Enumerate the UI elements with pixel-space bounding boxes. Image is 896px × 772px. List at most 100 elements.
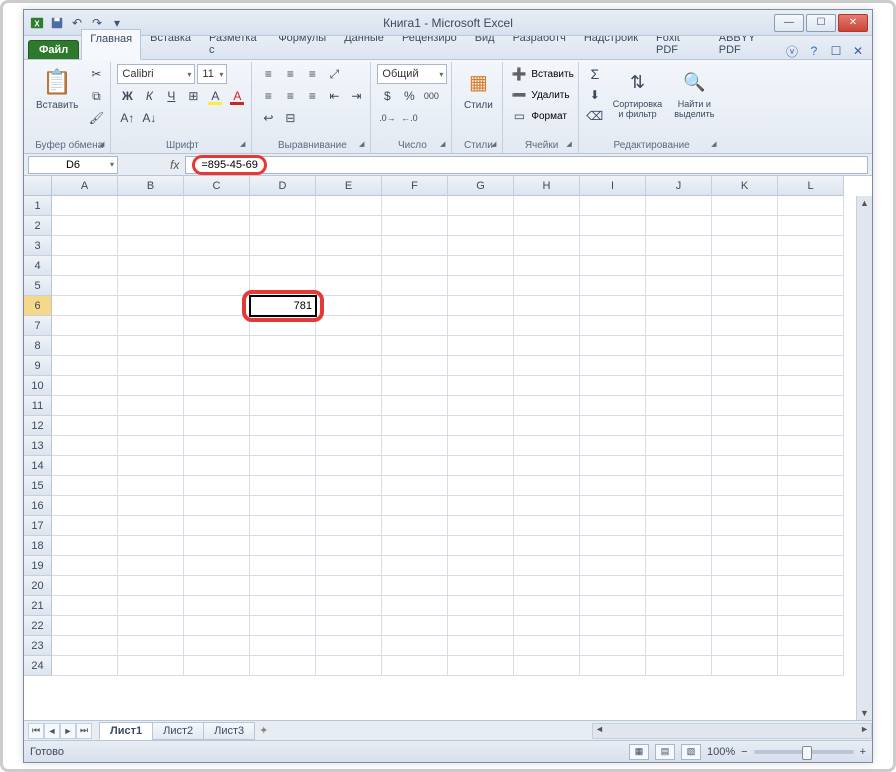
format-cells-button[interactable]: ▭Формат [509, 106, 573, 126]
cell[interactable] [646, 296, 712, 316]
cell[interactable] [514, 456, 580, 476]
cell[interactable] [316, 296, 382, 316]
page-break-view-icon[interactable]: ▧ [681, 744, 701, 760]
cell[interactable] [52, 376, 118, 396]
cell[interactable] [580, 236, 646, 256]
cell[interactable] [514, 436, 580, 456]
cell[interactable] [448, 276, 514, 296]
cell[interactable] [514, 336, 580, 356]
cell[interactable] [712, 656, 778, 676]
sheet-tab[interactable]: Лист3 [203, 722, 255, 740]
cell[interactable] [382, 516, 448, 536]
fill-color-button[interactable]: A [205, 86, 225, 106]
cell[interactable] [382, 436, 448, 456]
cell[interactable] [514, 236, 580, 256]
cell[interactable] [580, 276, 646, 296]
cell[interactable] [712, 276, 778, 296]
cell[interactable] [316, 596, 382, 616]
column-header[interactable]: F [382, 176, 448, 196]
cell[interactable] [580, 496, 646, 516]
cell[interactable] [646, 656, 712, 676]
insert-cells-button[interactable]: ➕Вставить [509, 64, 573, 84]
cell[interactable] [580, 356, 646, 376]
cell[interactable] [184, 336, 250, 356]
cell[interactable] [52, 296, 118, 316]
cell[interactable] [382, 596, 448, 616]
vertical-scrollbar[interactable] [856, 196, 872, 720]
cell[interactable] [646, 316, 712, 336]
cell[interactable] [712, 436, 778, 456]
cell[interactable] [382, 216, 448, 236]
cell[interactable] [250, 316, 316, 336]
cell[interactable] [448, 396, 514, 416]
cell[interactable] [52, 476, 118, 496]
cell[interactable] [514, 356, 580, 376]
row-header[interactable]: 22 [24, 616, 52, 636]
cell[interactable] [316, 276, 382, 296]
zoom-slider[interactable] [754, 750, 854, 754]
cell[interactable] [580, 316, 646, 336]
cell[interactable] [382, 576, 448, 596]
sheet-tab[interactable]: Лист2 [152, 722, 204, 740]
row-header[interactable]: 18 [24, 536, 52, 556]
cell[interactable] [118, 376, 184, 396]
cell[interactable] [250, 636, 316, 656]
cell[interactable] [646, 276, 712, 296]
border-button[interactable]: ⊞ [183, 86, 203, 106]
cell[interactable] [250, 236, 316, 256]
cell[interactable] [118, 216, 184, 236]
cell[interactable] [52, 436, 118, 456]
cell[interactable] [646, 476, 712, 496]
cell[interactable] [118, 436, 184, 456]
cell[interactable] [184, 236, 250, 256]
cell[interactable] [448, 656, 514, 676]
cell[interactable] [52, 216, 118, 236]
cell[interactable] [382, 456, 448, 476]
font-color-button[interactable]: A [227, 86, 247, 106]
cell[interactable] [712, 376, 778, 396]
cell[interactable] [514, 256, 580, 276]
cell[interactable] [514, 516, 580, 536]
cell[interactable] [646, 336, 712, 356]
cell[interactable] [646, 456, 712, 476]
cell[interactable] [712, 336, 778, 356]
cell[interactable] [514, 416, 580, 436]
cell[interactable] [448, 436, 514, 456]
sheet-nav-prev-icon[interactable]: ◄ [44, 723, 60, 739]
cell[interactable] [184, 196, 250, 216]
cell[interactable] [778, 336, 844, 356]
cell[interactable] [118, 396, 184, 416]
align-top-icon[interactable]: ≡ [258, 64, 278, 84]
cell[interactable] [382, 636, 448, 656]
cell[interactable] [580, 336, 646, 356]
cell[interactable] [184, 276, 250, 296]
normal-view-icon[interactable]: ▦ [629, 744, 649, 760]
page-layout-view-icon[interactable]: ▤ [655, 744, 675, 760]
cell[interactable] [448, 376, 514, 396]
cell[interactable] [778, 536, 844, 556]
cell[interactable] [778, 296, 844, 316]
zoom-level[interactable]: 100% [707, 746, 735, 758]
cell[interactable] [382, 496, 448, 516]
cell[interactable] [646, 516, 712, 536]
cell[interactable] [580, 296, 646, 316]
cell[interactable] [778, 596, 844, 616]
zoom-out-icon[interactable]: − [741, 746, 747, 758]
cell[interactable] [712, 556, 778, 576]
cell[interactable] [514, 576, 580, 596]
paste-button[interactable]: 📋 Вставить [32, 64, 82, 113]
new-sheet-icon[interactable]: ✦ [259, 724, 268, 737]
cell[interactable] [118, 236, 184, 256]
cell[interactable] [184, 256, 250, 276]
cell[interactable] [250, 496, 316, 516]
cell[interactable] [118, 256, 184, 276]
row-header[interactable]: 8 [24, 336, 52, 356]
cell[interactable] [448, 236, 514, 256]
cell[interactable] [778, 376, 844, 396]
cell[interactable] [52, 336, 118, 356]
column-header[interactable]: B [118, 176, 184, 196]
increase-decimal-icon[interactable]: .0→ [377, 108, 397, 128]
cell[interactable] [52, 316, 118, 336]
cell[interactable] [382, 556, 448, 576]
cell[interactable] [778, 516, 844, 536]
